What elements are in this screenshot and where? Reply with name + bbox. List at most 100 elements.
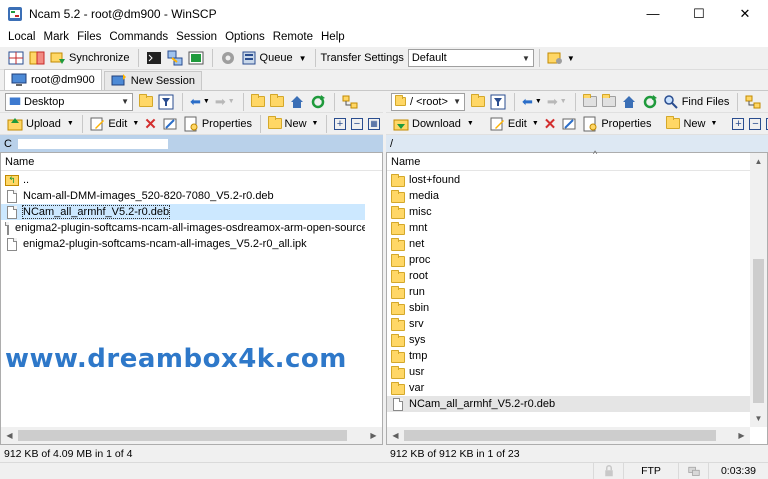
remote-properties-button[interactable]: Properties: [580, 114, 653, 134]
minimize-button[interactable]: —: [630, 0, 676, 27]
remote-forward-button[interactable]: ➡ ▼: [545, 92, 569, 112]
chevron-down-icon[interactable]: ▼: [299, 54, 307, 63]
remote-filter-button[interactable]: [488, 92, 508, 112]
putty-button[interactable]: [165, 48, 185, 68]
remote-tree-button[interactable]: [743, 92, 763, 112]
remote-root-dir-button[interactable]: [600, 92, 618, 112]
menu-commands[interactable]: Commands: [105, 31, 172, 43]
remote-new-button[interactable]: New ▼: [664, 114, 719, 134]
list-item[interactable]: sbin: [387, 300, 750, 316]
scroll-thumb[interactable]: [404, 430, 716, 441]
local-select-button[interactable]: +: [332, 114, 348, 134]
list-item[interactable]: enigma2-plugin-softcams-ncam-all-images_…: [1, 236, 365, 252]
list-item[interactable]: usr: [387, 364, 750, 380]
list-item[interactable]: net: [387, 236, 750, 252]
list-item[interactable]: Ncam-all-DMM-images_520-820-7080_V5.2-r0…: [1, 188, 365, 204]
local-tree-button[interactable]: [340, 92, 360, 112]
transfer-settings-select[interactable]: Default ▼: [407, 49, 534, 67]
close-button[interactable]: ✕: [722, 0, 768, 27]
find-files-button[interactable]: Find Files: [661, 92, 732, 112]
name-column-header[interactable]: Name ^: [387, 149, 767, 171]
list-item[interactable]: ↰ ..: [1, 172, 365, 188]
tab-new-session[interactable]: New Session: [103, 71, 202, 90]
remote-open-folder-button[interactable]: [469, 92, 487, 112]
menu-remote[interactable]: Remote: [269, 31, 317, 43]
remote-back-button[interactable]: ⬅ ▼: [520, 92, 544, 112]
maximize-button[interactable]: ☐: [676, 0, 722, 27]
remote-delete-button[interactable]: ✕: [542, 114, 559, 134]
preferences-button[interactable]: [218, 48, 238, 68]
download-button[interactable]: Download ▼: [391, 114, 476, 134]
scroll-left-button[interactable]: ◀: [387, 427, 404, 444]
local-select-all-button[interactable]: ▦: [366, 114, 382, 134]
upload-button[interactable]: Upload ▼: [5, 114, 76, 134]
remote-file-list[interactable]: Name ^ lost+found media misc mnt net proc root…: [386, 149, 768, 445]
menu-mark[interactable]: Mark: [40, 31, 74, 43]
local-location-select[interactable]: Desktop ▼: [5, 92, 133, 111]
list-item[interactable]: lost+found: [387, 172, 750, 188]
compare-button[interactable]: [27, 48, 47, 68]
remote-parent-dir-button[interactable]: [581, 92, 599, 112]
list-item[interactable]: mnt: [387, 220, 750, 236]
list-item[interactable]: NCam_all_armhf_V5.2-r0.deb: [1, 204, 365, 220]
local-rename-button[interactable]: [160, 114, 180, 134]
scroll-up-button[interactable]: ▲: [750, 153, 767, 170]
menu-local[interactable]: Local: [4, 31, 40, 43]
list-item[interactable]: enigma2-plugin-softcams-ncam-all-images-…: [1, 220, 365, 236]
terminal-button[interactable]: [144, 48, 164, 68]
list-item[interactable]: srv: [387, 316, 750, 332]
remote-select-button[interactable]: +: [730, 114, 746, 134]
local-forward-button[interactable]: ➡ ▼: [213, 92, 237, 112]
local-filter-button[interactable]: [156, 92, 176, 112]
sync-browse-button[interactable]: [186, 48, 206, 68]
list-item[interactable]: proc: [387, 252, 750, 268]
scroll-thumb[interactable]: [18, 430, 347, 441]
local-edit-button[interactable]: Edit ▼: [87, 114, 141, 134]
list-item[interactable]: NCam_all_armhf_V5.2-r0.deb: [387, 396, 750, 412]
remote-path-bar[interactable]: /: [386, 135, 768, 152]
local-properties-button[interactable]: Properties: [181, 114, 254, 134]
local-file-list[interactable]: Name ↰ .. Ncam-all-DMM-images_520-820-70…: [0, 152, 383, 445]
remote-refresh-button[interactable]: [640, 92, 660, 112]
local-new-button[interactable]: New ▼: [266, 114, 321, 134]
remote-horizontal-scrollbar[interactable]: ◀ ▶: [387, 427, 750, 444]
menu-files[interactable]: Files: [73, 31, 105, 43]
menu-help[interactable]: Help: [317, 31, 349, 43]
list-item[interactable]: misc: [387, 204, 750, 220]
list-item[interactable]: tmp: [387, 348, 750, 364]
menu-session[interactable]: Session: [172, 31, 221, 43]
menu-options[interactable]: Options: [221, 31, 269, 43]
remote-select-all-button[interactable]: ▦: [764, 114, 768, 134]
queue-button[interactable]: Queue ▼: [239, 48, 309, 68]
remote-home-button[interactable]: [619, 92, 639, 112]
tab-root-dm900[interactable]: root@dm900: [4, 69, 102, 90]
transfer-preset-button[interactable]: ▼: [545, 48, 577, 68]
remote-edit-button[interactable]: Edit ▼: [487, 114, 541, 134]
local-root-dir-button[interactable]: [268, 92, 286, 112]
local-path-bar[interactable]: C: [0, 135, 383, 152]
list-item[interactable]: media: [387, 188, 750, 204]
local-open-folder-button[interactable]: [137, 92, 155, 112]
add-button[interactable]: [6, 48, 26, 68]
scroll-right-button[interactable]: ▶: [733, 427, 750, 444]
list-item[interactable]: run: [387, 284, 750, 300]
remote-vertical-scrollbar[interactable]: ▲ ▼: [750, 153, 767, 427]
local-home-button[interactable]: [287, 92, 307, 112]
local-back-button[interactable]: ⬅ ▼: [188, 92, 212, 112]
local-unselect-button[interactable]: −: [349, 114, 365, 134]
local-horizontal-scrollbar[interactable]: ◀ ▶: [1, 427, 382, 444]
local-delete-button[interactable]: ✕: [142, 114, 159, 134]
name-column-header[interactable]: Name: [1, 153, 382, 171]
scroll-thumb[interactable]: [753, 259, 764, 403]
local-refresh-button[interactable]: [308, 92, 328, 112]
list-item[interactable]: sys: [387, 332, 750, 348]
list-item[interactable]: root: [387, 268, 750, 284]
remote-location-select[interactable]: / <root> ▼: [391, 92, 465, 111]
scroll-left-button[interactable]: ◀: [1, 427, 18, 444]
remote-unselect-button[interactable]: −: [747, 114, 763, 134]
local-parent-dir-button[interactable]: [249, 92, 267, 112]
synchronize-button[interactable]: Synchronize: [48, 48, 132, 68]
remote-rename-button[interactable]: [559, 114, 579, 134]
scroll-right-button[interactable]: ▶: [365, 427, 382, 444]
scroll-down-button[interactable]: ▼: [750, 410, 767, 427]
